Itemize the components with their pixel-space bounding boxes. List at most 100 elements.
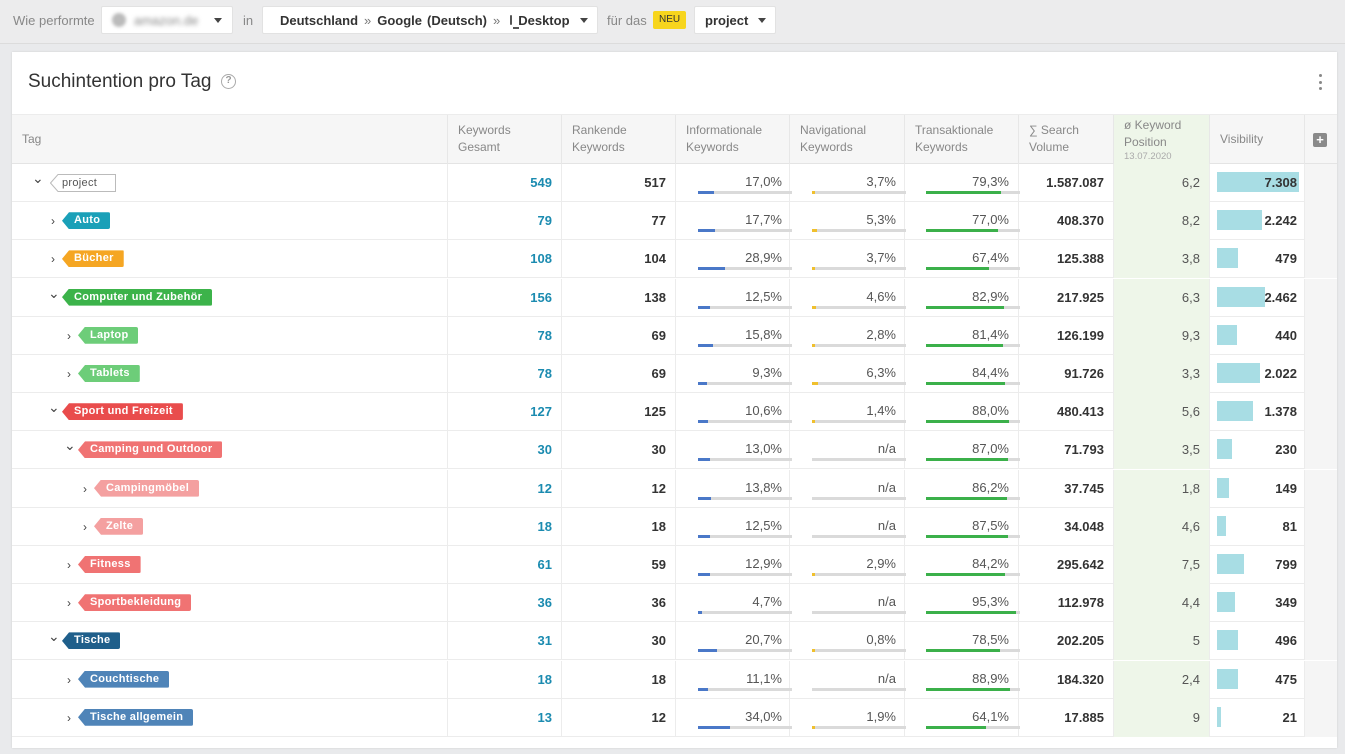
column-header-ranking-keywords[interactable]: Rankende Keywords [562,115,676,164]
column-header-transactional[interactable]: Transaktionale Keywords [905,115,1019,164]
transactional-bar-fill [926,687,1010,691]
ranking-keywords-value: 36 [651,595,666,611]
navigational-bar-fill [812,229,817,233]
tag-label-auto[interactable]: Auto [62,212,111,230]
tag-label-tablets[interactable]: Tablets [78,365,140,382]
keywords-total-link[interactable]: 108 [458,251,552,266]
chevron-right-icon[interactable]: › [64,711,74,725]
table-row-sport-und-freizeit[interactable]: ⌄ Sport und Freizeit 127 125 10,6% 1,4% 88,0% 4… [12,393,1337,432]
transactional-bar-track [926,191,1020,194]
keyword-position-value: 9,3 [1181,327,1200,343]
table-row-auto[interactable]: › Auto 79 77 17,7% 5,3% 77,0% 408.370 8,2 2.242 [12,202,1337,241]
add-column-icon[interactable]: + [1313,133,1327,147]
market-dropdown[interactable]: Deutschland » Google (Deutsch) » Desktop [262,6,598,34]
tag-label-tische-allgemein[interactable]: Tische allgemein [78,708,194,726]
keyword-position-value: 4,6 [1181,518,1200,534]
search-volume-value: 71.793 [1064,442,1104,458]
keywords-total-link[interactable]: 36 [458,595,552,610]
column-header-informational[interactable]: Informationale Keywords [676,115,790,164]
tag-label-sport-und-freizeit[interactable]: Sport und Freizeit [62,403,183,421]
keywords-total-link[interactable]: 18 [458,519,552,534]
kebab-menu-icon[interactable] [1317,72,1323,92]
project-value: project [705,12,749,28]
table-row-project[interactable]: ⌄ project 549 517 17,0% 3,7% 79,3% 1.587.087 6,2… [12,164,1337,202]
table-row-fitness[interactable]: › Fitness 61 59 12,9% 2,9% 84,2% 295.642 7,5 799 [12,546,1337,584]
chevron-down-icon[interactable]: ⌄ [48,286,60,300]
column-header-search-volume[interactable]: ∑ Search Volume [1019,115,1114,164]
informational-percent: 9,3% [752,365,782,380]
table-row-tische-allgemein[interactable]: › Tische allgemein 13 12 34,0% 1,9% 64,1% 17.88… [12,698,1337,737]
transactional-bar-fill [926,382,1006,385]
table-row-sportbekleidung[interactable]: › Sportbekleidung 36 36 4,7% n/a 95,3% 112.978 4… [12,584,1337,623]
navigational-percent: 0,8% [866,632,896,648]
table-row-camping-und-outdoor[interactable]: ⌄ Camping und Outdoor 30 30 13,0% n/a 87,0% 71.… [12,431,1337,470]
informational-percent: 28,9% [745,250,782,266]
chevron-right-icon[interactable]: › [48,214,58,228]
keywords-total-link[interactable]: 79 [458,213,552,228]
transactional-bar-track [926,267,1020,271]
keywords-total-link[interactable]: 127 [458,404,552,419]
keywords-total-link[interactable]: 78 [458,328,552,343]
transactional-bar-track [926,611,1020,615]
tag-label-laptop[interactable]: Laptop [78,326,139,344]
chevron-right-icon[interactable]: › [64,596,74,610]
navigational-bar-fill [812,649,815,653]
table-row-computer-und-zubeh-r[interactable]: ⌄ Computer und Zubehör 156 138 12,5% 4,6% 82,9… [12,278,1337,317]
informational-bar-fill [698,649,718,653]
table-row-laptop[interactable]: › Laptop 78 69 15,8% 2,8% 81,4% 126.199 9,3 440 [12,316,1337,355]
column-header-navigational[interactable]: Navigational Keywords [790,115,905,164]
keywords-total-link[interactable]: 31 [458,633,552,648]
chevron-right-icon[interactable]: › [64,329,74,343]
chevron-down-icon[interactable]: ⌄ [64,438,76,452]
in-text: in [243,13,254,28]
column-header-keyword-position[interactable]: ø Keyword Position 13.07.2020 [1114,115,1210,164]
help-icon[interactable]: ? [221,74,236,89]
chevron-right-icon[interactable]: › [64,367,74,381]
column-header-visibility[interactable]: Visibility [1210,115,1305,164]
chevron-right-icon[interactable]: › [80,482,90,496]
table-row-b-cher[interactable]: › Bücher 108 104 28,9% 3,7% 67,4% 125.388 3,8 479 [12,240,1337,279]
tag-label-zelte[interactable]: Zelte [94,517,144,535]
visibility-value: 349 [1275,595,1297,611]
tag-label-camping-und-outdoor[interactable]: Camping und Outdoor [78,441,223,459]
tag-label-campingm-bel[interactable]: Campingmöbel [94,479,200,497]
keywords-total-link[interactable]: 78 [458,366,552,381]
chevron-down-icon[interactable]: ⌄ [48,400,60,414]
keywords-total-link[interactable]: 549 [458,175,552,190]
row-end-cell [1305,660,1337,699]
tag-label-couchtische[interactable]: Couchtische [78,670,170,688]
table-row-campingm-bel[interactable]: › Campingmöbel 12 12 13,8% n/a 86,2% 37.745 1,8 1… [12,469,1337,508]
column-header-keywords-total[interactable]: Keywords Gesamt [448,115,562,164]
table-cell [12,507,448,546]
tag-label-fitness[interactable]: Fitness [78,556,141,573]
visibility-value: 2.242 [1264,213,1297,229]
keywords-total-link[interactable]: 13 [458,710,552,725]
table-row-zelte[interactable]: › Zelte 18 18 12,5% n/a 87,5% 34.048 4,6 81 [12,507,1337,546]
keywords-total-link[interactable]: 18 [458,672,552,687]
chevron-right-icon[interactable]: › [64,673,74,687]
chevron-down-icon[interactable]: ⌄ [32,171,44,185]
tag-label-b-cher[interactable]: Bücher [62,250,124,268]
chevron-right-icon[interactable]: › [80,520,90,534]
navigational-bar-track [812,573,906,576]
chevron-right-icon[interactable]: › [64,558,74,572]
domain-dropdown[interactable]: amazon.de [101,6,233,34]
keywords-total-link[interactable]: 61 [458,557,552,572]
keywords-total-link[interactable]: 30 [458,442,552,457]
transactional-percent: 82,9% [972,288,1009,304]
tag-label-tische[interactable]: Tische [62,632,121,650]
chevron-down-icon[interactable]: ⌄ [48,629,60,643]
table-row-tische[interactable]: ⌄ Tische 31 30 20,7% 0,8% 78,5% 202.205 5 496 [12,622,1337,661]
table-row-tablets[interactable]: › Tablets 78 69 9,3% 6,3% 84,4% 91.726 3,3 2.022 [12,355,1337,393]
keywords-total-link[interactable]: 156 [458,290,552,305]
project-dropdown[interactable]: project [694,6,776,34]
informational-bar-track [698,420,792,424]
table-row-couchtische[interactable]: › Couchtische 18 18 11,1% n/a 88,9% 184.320 2,4 4… [12,660,1337,699]
chevron-right-icon[interactable]: › [48,252,58,266]
tag-label-sportbekleidung[interactable]: Sportbekleidung [78,594,192,612]
transactional-percent: 78,5% [972,632,1009,648]
keywords-total-link[interactable]: 12 [458,481,552,496]
ranking-keywords-value: 12 [651,709,666,725]
column-header-tag[interactable]: Tag [12,115,448,164]
tag-label-computer-und-zubeh-r[interactable]: Computer und Zubehör [62,288,213,306]
